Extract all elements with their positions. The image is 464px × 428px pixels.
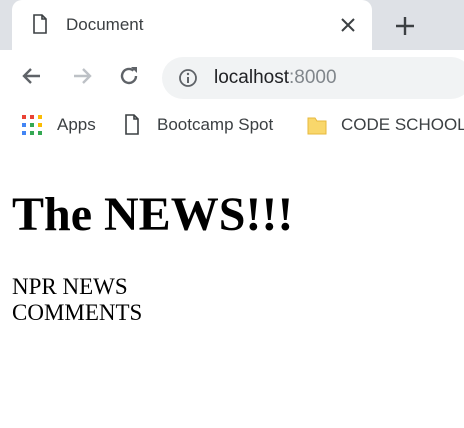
bookmark-bootcamp-spot[interactable]: Bootcamp Spot: [124, 112, 294, 138]
toolbar: localhost:8000: [0, 50, 464, 104]
page-icon: [125, 114, 139, 135]
bookmark-label: Apps: [57, 115, 96, 134]
url-port: :8000: [289, 67, 337, 88]
new-tab-icon[interactable]: [392, 13, 418, 39]
bookmark-label: Bootcamp Spot: [157, 115, 274, 134]
url-host: localhost: [214, 67, 289, 88]
tab-strip: Document: [0, 0, 464, 50]
bookmark-code-school[interactable]: CODE SCHOOL: [306, 112, 464, 138]
close-icon[interactable]: [338, 15, 358, 35]
folder-icon: [307, 117, 327, 135]
bookmark-apps[interactable]: Apps: [22, 112, 112, 138]
text-line-npr-news: NPR NEWS: [12, 274, 128, 299]
page-content: The NEWS!!! NPR NEWS COMMENTS: [0, 146, 464, 428]
document-icon: [33, 14, 47, 34]
page-headline: The NEWS!!!: [12, 188, 294, 241]
text-line-comments: COMMENTS: [12, 300, 143, 325]
info-icon[interactable]: [178, 68, 198, 88]
tab-document[interactable]: Document: [12, 0, 372, 50]
reload-icon[interactable]: [117, 64, 141, 88]
apps-grid-icon: [22, 115, 42, 135]
bookmark-label: CODE SCHOOL: [341, 115, 464, 134]
address-bar[interactable]: localhost:8000: [162, 57, 464, 99]
bookmarks-bar: Apps Bootcamp Spot CODE SCHOOL: [0, 104, 464, 146]
url-text[interactable]: localhost:8000: [214, 67, 337, 89]
forward-icon[interactable]: [70, 64, 94, 88]
back-icon[interactable]: [20, 64, 44, 88]
tab-title: Document: [66, 15, 144, 34]
